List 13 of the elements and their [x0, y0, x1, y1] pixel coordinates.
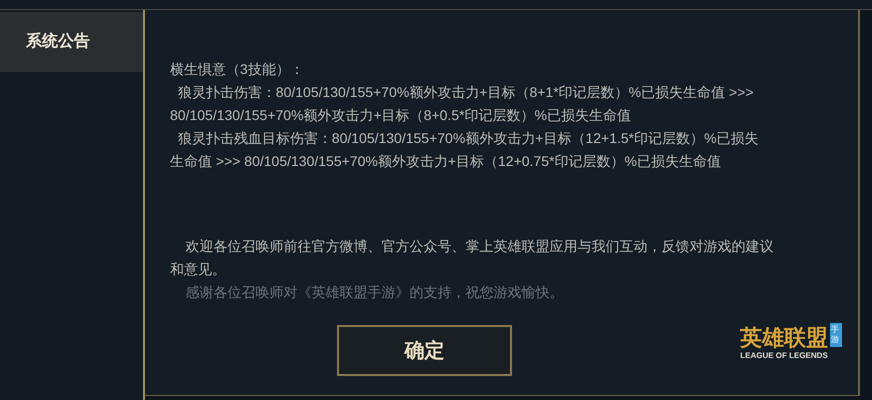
- logo-title: 英雄联盟: [740, 325, 828, 351]
- sidebar-tab[interactable]: 系统公告: [0, 12, 143, 72]
- notice-text: 欢迎各位召唤师前往官方微博、官方公众号、掌上英雄联盟应用与我们互动，反馈对游戏的建议: [184, 237, 775, 256]
- notice-text: 80/105/130/155+70%额外攻击力+目标（8+0.5*印记层数）%已损失生命值: [170, 106, 632, 125]
- confirm-button[interactable]: 确定: [337, 325, 512, 376]
- notice-text: 狼灵扑击残血目标伤害：80/105/130/155+70%额外攻击力+目标（12+1.5*印记层数）%已损失: [176, 129, 760, 148]
- notice-text: 和意见。: [170, 260, 227, 279]
- notice-text: 横生惧意（3技能）：: [170, 60, 305, 79]
- notice-text: 狼灵扑击伤害：80/105/130/155+70%额外攻击力+目标（8+1*印记层数）%已损失生命值 >>>: [176, 83, 755, 102]
- notice-text: 感谢各位召唤师对《英雄联盟手游》的支持，祝您游戏愉快。: [184, 283, 565, 302]
- logo-subtitle: LEAGUE OF LEGENDS: [740, 351, 828, 361]
- notice-text: 生命值 >>> 80/105/130/155+70%额外攻击力+目标（12+0.75*印记层数）%已损失生命值: [170, 152, 722, 171]
- logo-badge: 手游: [830, 323, 842, 347]
